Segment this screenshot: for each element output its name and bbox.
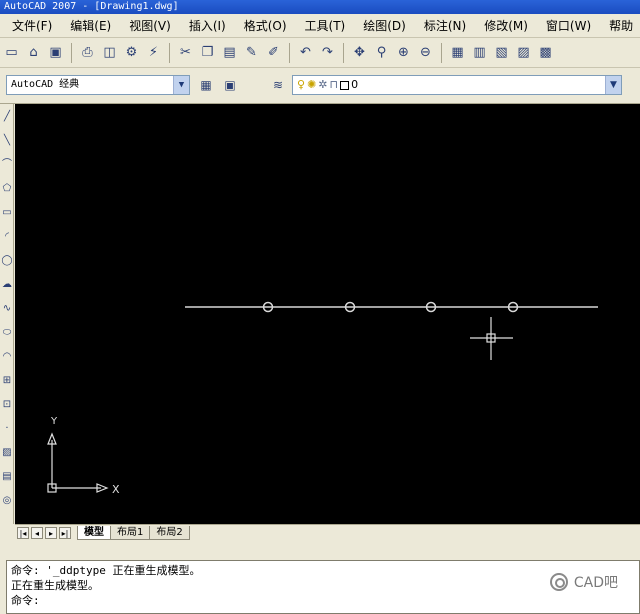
menu-insert[interactable]: 插入(I) (180, 17, 235, 34)
wechat-logo-icon (549, 573, 568, 591)
toolbar-separator (343, 42, 344, 63)
last-tab-button[interactable]: ▸| (59, 526, 71, 539)
window-title-bar: AutoCAD 2007 - [Drawing1.dwg] (0, 0, 640, 14)
ellipse-icon[interactable]: ⬭ (0, 326, 14, 340)
menu-bar: 文件(F) 编辑(E) 视图(V) 插入(I) 格式(O) 工具(T) 绘图(D… (0, 14, 640, 38)
command-history-line: 正在重生成模型。 (11, 579, 99, 592)
properties-palette-icon[interactable]: ▦ (448, 43, 467, 62)
redo-icon[interactable]: ↷ (318, 43, 337, 62)
tab-layout1[interactable]: 布局1 (110, 525, 151, 540)
revcloud-icon[interactable]: ☁ (0, 278, 14, 292)
chevron-down-icon[interactable]: ▼ (605, 76, 621, 94)
pan-icon[interactable]: ✥ (350, 43, 369, 62)
sun-icon: ✺ (307, 78, 317, 91)
zoom-previous-icon[interactable]: ⊖ (416, 43, 435, 62)
tool-palettes-icon[interactable]: ▧ (492, 43, 511, 62)
save-icon[interactable]: ▣ (46, 43, 65, 62)
arc-icon[interactable]: ◜ (0, 230, 14, 244)
ellipse-arc-icon[interactable]: ◠ (0, 350, 14, 364)
prev-tab-button[interactable]: ◂ (31, 526, 43, 539)
draw-toolbar: ╱ ╲ ⌒ ⬠ ▭ ◜ ◯ ☁ ∿ ⬭ ◠ ⊞ ⊡ · ▨ ▤ ◎ (0, 104, 14, 524)
rectangle-icon[interactable]: ▭ (0, 206, 14, 220)
tab-layout2[interactable]: 布局2 (149, 525, 190, 540)
toolbar-separator (289, 42, 290, 63)
design-center-icon[interactable]: ▥ (470, 43, 489, 62)
paste-icon[interactable]: ▤ (220, 43, 239, 62)
publish-icon[interactable]: ⚙ (122, 43, 141, 62)
workspace-settings-icon[interactable]: ▦ (198, 77, 214, 93)
freeze-icon: ✲ (318, 78, 328, 91)
toolbar-separator (71, 42, 72, 63)
menu-dimension[interactable]: 标注(N) (415, 17, 475, 34)
ucs-y-label: Y (50, 416, 58, 427)
open-icon[interactable]: ⌂ (24, 43, 43, 62)
next-tab-button[interactable]: ▸ (45, 526, 57, 539)
command-prompt[interactable]: 命令: (11, 593, 635, 608)
polygon-icon[interactable]: ⬠ (0, 182, 14, 196)
window-title: AutoCAD 2007 - [Drawing1.dwg] (4, 1, 179, 12)
drawing-canvas[interactable]: Y X (15, 104, 640, 524)
point-icon[interactable]: · (0, 422, 14, 436)
lightbulb-icon: ♀ (297, 78, 306, 91)
make-block-icon[interactable]: ⊡ (0, 398, 14, 412)
tab-model[interactable]: 模型 (77, 525, 111, 540)
zoom-realtime-icon[interactable]: ⚲ (372, 43, 391, 62)
sheet-set-icon[interactable]: ▨ (514, 43, 533, 62)
hatch-icon[interactable]: ▨ (0, 446, 14, 460)
spline-icon[interactable]: ∿ (0, 302, 14, 316)
brush-icon[interactable]: ✐ (264, 43, 283, 62)
polyline-icon[interactable]: ⌒ (0, 158, 14, 172)
copy-icon[interactable]: ❐ (198, 43, 217, 62)
layout-tab-bar: |◂ ◂ ▸ ▸| 模型 布局1 布局2 (15, 524, 640, 540)
command-history-line: 命令: '_ddptype 正在重生成模型。 (11, 564, 201, 577)
watermark: CAD吧 (549, 572, 618, 592)
workspace-select[interactable]: AutoCAD 经典 ▼ (6, 75, 190, 95)
new-icon[interactable]: ▭ (2, 43, 21, 62)
status-gap (0, 540, 640, 560)
crosshair-cursor (470, 317, 513, 360)
menu-modify[interactable]: 修改(M) (475, 17, 537, 34)
standard-toolbar: ▭ ⌂ ▣ ⎙ ◫ ⚙ ⚡ ✂ ❐ ▤ ✎ ✐ ↶ ↷ ✥ ⚲ ⊕ ⊖ ▦ ▥ … (0, 38, 640, 68)
construction-line-icon[interactable]: ╲ (0, 134, 14, 148)
ucs-x-label: X (112, 483, 120, 496)
menu-tools[interactable]: 工具(T) (296, 17, 355, 34)
ucs-icon (47, 432, 109, 493)
my-workspace-icon[interactable]: ▣ (222, 77, 238, 93)
first-tab-button[interactable]: |◂ (17, 526, 29, 539)
zoom-window-icon[interactable]: ⊕ (394, 43, 413, 62)
menu-format[interactable]: 格式(O) (235, 17, 296, 34)
menu-help[interactable]: 帮助 (600, 17, 640, 34)
toolbar-separator (441, 42, 442, 63)
menu-file[interactable]: 文件(F) (0, 17, 61, 34)
plot-preview-icon[interactable]: ◫ (100, 43, 119, 62)
layer-manager-icon[interactable]: ≋ (270, 77, 286, 93)
workspace-select-value: AutoCAD 经典 (11, 79, 80, 90)
menu-edit[interactable]: 编辑(E) (61, 17, 120, 34)
calculator-icon[interactable]: ▩ (536, 43, 555, 62)
properties-icon[interactable]: ⚡ (144, 43, 163, 62)
command-window[interactable]: 命令: '_ddptype 正在重生成模型。 正在重生成模型。 命令: (6, 560, 640, 614)
drawing-area[interactable]: Y X (15, 104, 640, 524)
circle-icon[interactable]: ◯ (0, 254, 14, 268)
toolbar-separator (169, 42, 170, 63)
chevron-down-icon[interactable]: ▼ (173, 76, 189, 94)
undo-icon[interactable]: ↶ (296, 43, 315, 62)
cut-icon[interactable]: ✂ (176, 43, 195, 62)
workspace-layer-toolbar: AutoCAD 经典 ▼ ▦ ▣ ≋ ♀ ✺ ✲ ⊓ 0 ▼ (0, 68, 640, 104)
menu-draw[interactable]: 绘图(D) (354, 17, 415, 34)
match-properties-icon[interactable]: ✎ (242, 43, 261, 62)
insert-block-icon[interactable]: ⊞ (0, 374, 14, 388)
plot-icon[interactable]: ⎙ (78, 43, 97, 62)
layer-select-value: 0 (351, 78, 359, 91)
menu-window[interactable]: 窗口(W) (537, 17, 600, 34)
line-icon[interactable]: ╱ (0, 110, 14, 124)
menu-view[interactable]: 视图(V) (120, 17, 180, 34)
color-swatch-icon (340, 80, 350, 90)
region-icon[interactable]: ◎ (0, 494, 14, 508)
layer-select[interactable]: ♀ ✺ ✲ ⊓ 0 ▼ (292, 75, 622, 95)
lock-icon: ⊓ (329, 78, 339, 91)
gradient-icon[interactable]: ▤ (0, 470, 14, 484)
watermark-text: CAD吧 (573, 575, 618, 591)
